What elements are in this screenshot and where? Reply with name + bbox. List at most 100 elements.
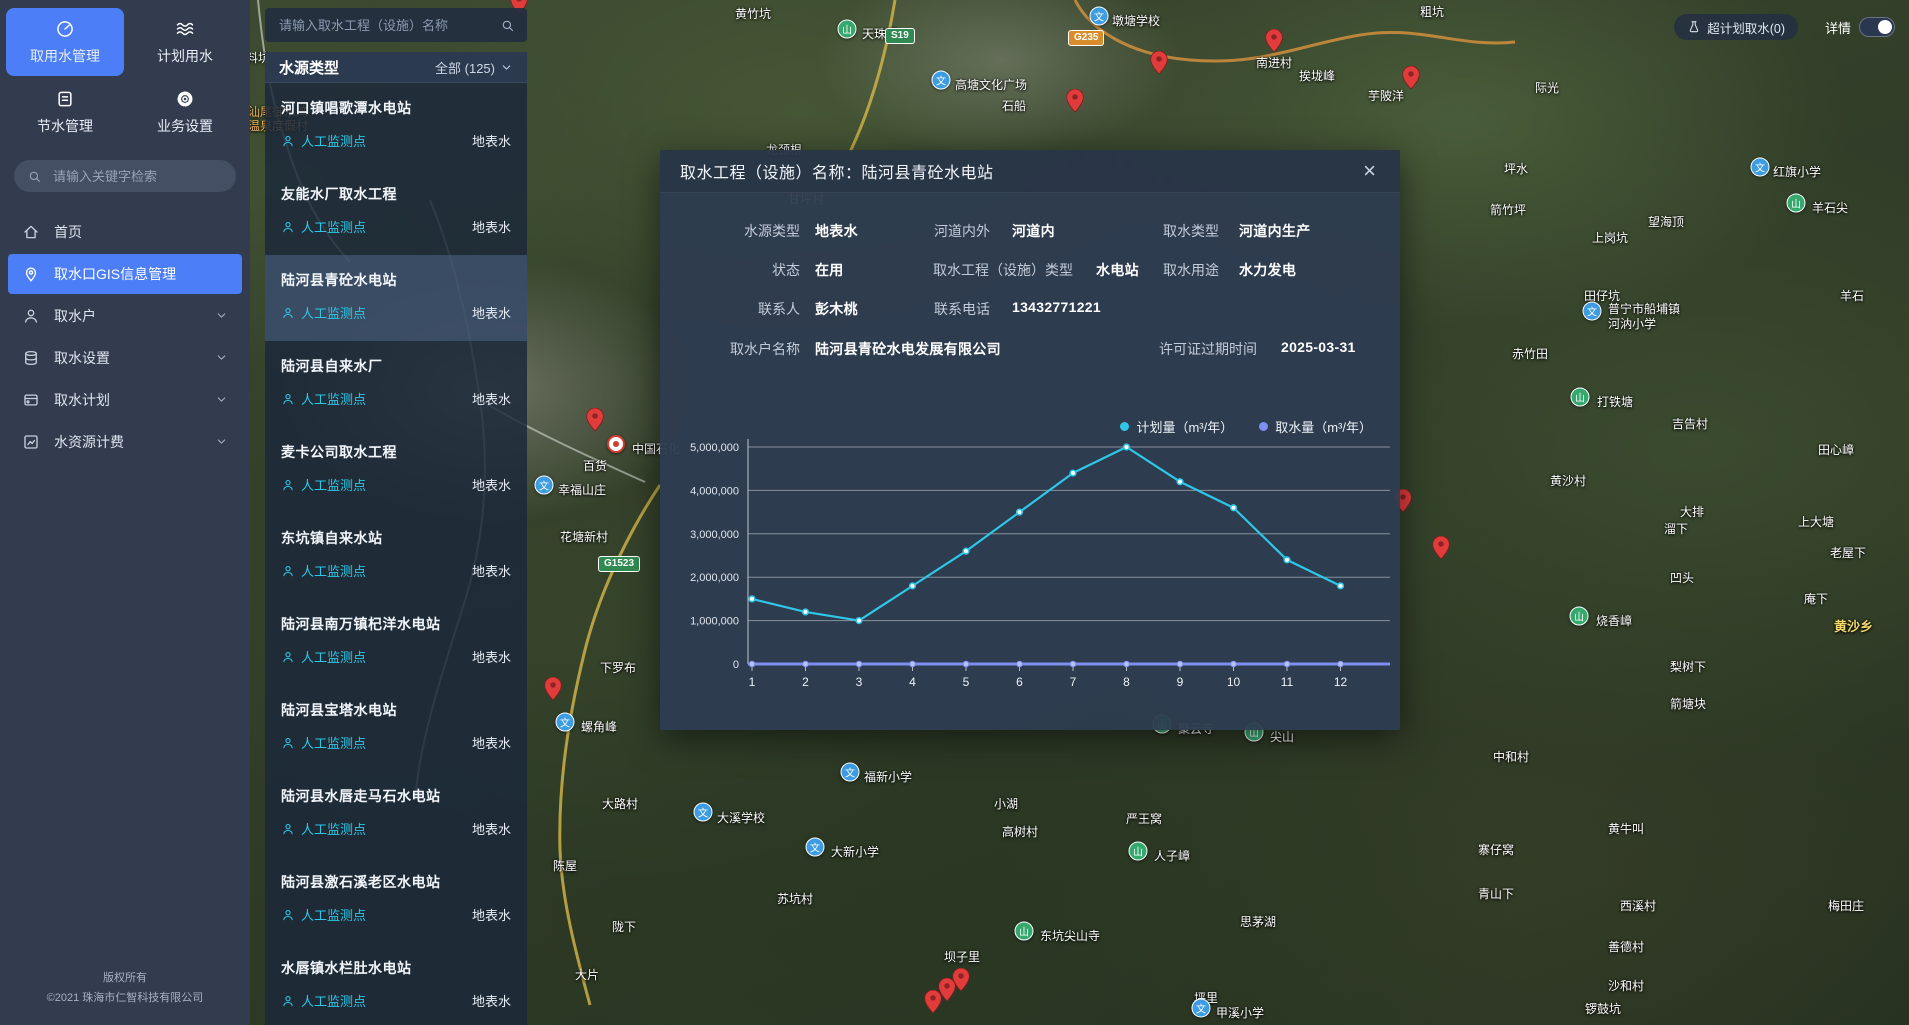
- map-pin-icon[interactable]: [545, 677, 562, 700]
- map-pin-icon[interactable]: [587, 408, 604, 431]
- gas-station-marker-icon[interactable]: [607, 435, 625, 453]
- map-label: 芋陂洋: [1368, 90, 1404, 103]
- map-label: 吉告村: [1672, 418, 1708, 431]
- gear-icon: [175, 89, 195, 109]
- school-marker-icon[interactable]: 文: [535, 476, 554, 495]
- map-label: 大溪学校: [717, 812, 765, 825]
- monitor-type: 人工监测点: [301, 561, 366, 580]
- water-source-filter[interactable]: 全部 (125): [435, 58, 513, 77]
- monitor-type: 人工监测点: [301, 131, 366, 150]
- sidebar-item-1[interactable]: 首页: [8, 212, 242, 252]
- school-marker-icon[interactable]: 文: [694, 803, 713, 822]
- water-source-value: 地表水: [472, 303, 511, 322]
- sidebar-item-4[interactable]: 取水设置: [8, 338, 242, 378]
- app-button-3[interactable]: 节水管理: [6, 78, 124, 146]
- map-label: 石船: [1002, 100, 1026, 113]
- legend-label: 计划量（m³/年）: [1136, 417, 1233, 436]
- sidebar-item-label: 取水户: [54, 306, 96, 326]
- sidebar-item-2[interactable]: 取水口GIS信息管理: [8, 254, 242, 294]
- station-list-item[interactable]: 陆河县水唇走马石水电站人工监测点地表水: [265, 771, 527, 857]
- sidebar-item-3[interactable]: 取水户: [8, 296, 242, 336]
- person-icon: [281, 220, 295, 234]
- station-list-item[interactable]: 陆河县激石溪老区水电站人工监测点地表水: [265, 857, 527, 943]
- legend-dot-icon: [1259, 422, 1268, 431]
- map-label: 大路村: [602, 798, 638, 811]
- detail-toggle[interactable]: [1859, 17, 1895, 37]
- sidebar-search-input[interactable]: [51, 168, 231, 185]
- school-marker-icon[interactable]: 文: [806, 838, 825, 857]
- search-icon: [500, 18, 515, 33]
- map-label: 幸福山庄: [558, 484, 606, 497]
- x-axis-tick: 1: [749, 675, 756, 689]
- school-marker-icon[interactable]: 文: [1751, 158, 1770, 177]
- map-label: 南进村: [1256, 57, 1292, 70]
- map-pin-icon[interactable]: [953, 968, 970, 991]
- map-pin-icon[interactable]: [925, 990, 942, 1013]
- map-label: 河汭小学: [1608, 318, 1656, 331]
- map-label: 锣鼓坑: [1585, 1003, 1621, 1016]
- over-plan-intake-button[interactable]: 超计划取水(0): [1674, 14, 1798, 40]
- nature-marker-icon[interactable]: 山: [1015, 922, 1034, 941]
- school-marker-icon[interactable]: 文: [841, 763, 860, 782]
- station-name: 陆河县自来水厂: [281, 356, 511, 376]
- sidebar-item-6[interactable]: 水资源计费: [8, 422, 242, 462]
- map-pin-icon[interactable]: [1067, 89, 1084, 112]
- school-marker-icon[interactable]: 文: [1192, 999, 1211, 1018]
- station-list-item[interactable]: 水唇镇水栏肚水电站人工监测点地表水: [265, 943, 527, 1025]
- map-pin-icon[interactable]: [1403, 66, 1420, 89]
- info-label: 河道内外: [790, 221, 990, 241]
- station-list-item[interactable]: 陆河县自来水厂人工监测点地表水: [265, 341, 527, 427]
- water-source-value: 地表水: [472, 647, 511, 666]
- map-pin-icon[interactable]: [1151, 51, 1168, 74]
- app-switcher: 取用水管理计划用水节水管理业务设置: [0, 0, 250, 148]
- chevron-down-icon: [215, 309, 228, 323]
- station-list-item[interactable]: 东坑镇自来水站人工监测点地表水: [265, 513, 527, 599]
- school-marker-icon[interactable]: 文: [1583, 302, 1602, 321]
- station-list-panel: 水源类型 全部 (125) 河口镇唱歌潭水电站人工监测点地表水友能水厂取水工程人…: [265, 52, 527, 1025]
- station-name: 水唇镇水栏肚水电站: [281, 958, 511, 978]
- modal-body: 计划量（m³/年）取水量（m³/年） 01,000,0002,000,0003,…: [660, 192, 1400, 730]
- station-list-item[interactable]: 友能水厂取水工程人工监测点地表水: [265, 169, 527, 255]
- app-button-2[interactable]: 计划用水: [126, 8, 244, 76]
- app-button-4[interactable]: 业务设置: [126, 78, 244, 146]
- sidebar-item-label: 首页: [54, 222, 82, 242]
- monitor-type: 人工监测点: [301, 303, 366, 322]
- map-label: 严王窝: [1126, 813, 1162, 826]
- sidebar-search[interactable]: [14, 160, 236, 192]
- nature-marker-icon[interactable]: 山: [1571, 388, 1590, 407]
- sidebar-item-5[interactable]: 取水计划: [8, 380, 242, 420]
- water-source-value: 地表水: [472, 991, 511, 1010]
- station-list-item[interactable]: 陆河县青砼水电站人工监测点地表水: [265, 255, 527, 341]
- nature-marker-icon[interactable]: 山: [838, 20, 857, 39]
- app-button-1[interactable]: 取用水管理: [6, 8, 124, 76]
- road-badge: G235: [1068, 30, 1104, 46]
- station-list-item[interactable]: 河口镇唱歌潭水电站人工监测点地表水: [265, 83, 527, 169]
- school-marker-icon[interactable]: 文: [556, 713, 575, 732]
- close-icon[interactable]: ×: [1359, 158, 1380, 184]
- sidebar-item-label: 水资源计费: [54, 432, 124, 452]
- station-list-item[interactable]: 麦卡公司取水工程人工监测点地表水: [265, 427, 527, 513]
- station-list-header: 水源类型 全部 (125): [265, 52, 527, 83]
- school-marker-icon[interactable]: 文: [1090, 7, 1109, 26]
- map-label: 百货: [583, 460, 607, 473]
- map-label: 溜下: [1664, 523, 1688, 536]
- nature-marker-icon[interactable]: 山: [1129, 842, 1148, 861]
- sidebar-item-label: 取水计划: [54, 390, 110, 410]
- map-pin-icon[interactable]: [1433, 536, 1450, 559]
- info-value: 13432771221: [1012, 299, 1101, 315]
- nature-marker-icon[interactable]: 山: [1787, 194, 1806, 213]
- filter-value: 全部 (125): [435, 58, 495, 77]
- station-search[interactable]: [265, 8, 527, 42]
- map-pin-icon[interactable]: [1266, 29, 1283, 52]
- station-search-input[interactable]: [277, 17, 500, 34]
- legend-item[interactable]: 取水量（m³/年）: [1259, 417, 1372, 436]
- station-list-item[interactable]: 陆河县宝塔水电站人工监测点地表水: [265, 685, 527, 771]
- info-label: 联系电话: [790, 299, 990, 319]
- station-list-item[interactable]: 陆河县南万镇杞洋水电站人工监测点地表水: [265, 599, 527, 685]
- map-label: 寨仔窝: [1478, 844, 1514, 857]
- gauge-icon: [55, 19, 75, 39]
- y-axis-tick: 3,000,000: [690, 529, 739, 541]
- legend-item[interactable]: 计划量（m³/年）: [1120, 417, 1233, 436]
- nature-marker-icon[interactable]: 山: [1570, 607, 1589, 626]
- school-marker-icon[interactable]: 文: [932, 71, 951, 90]
